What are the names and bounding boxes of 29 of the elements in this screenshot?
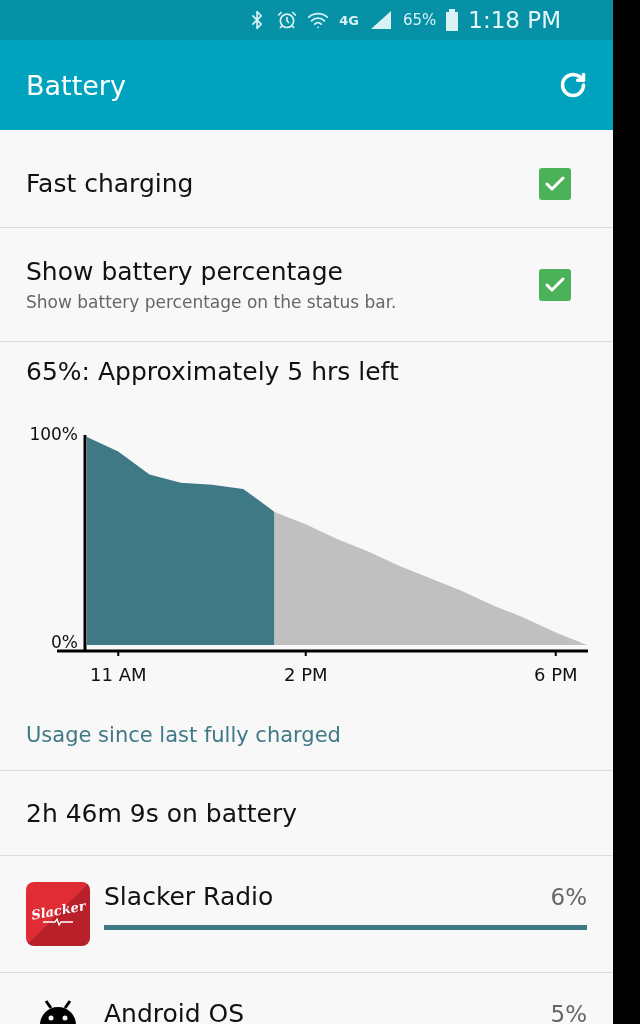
app-icon: Slacker — [26, 882, 90, 946]
setting-title: Fast charging — [26, 169, 194, 198]
alarm-icon — [277, 10, 298, 30]
axis-label: 11 AM — [90, 664, 147, 685]
app-name: Android OS — [104, 999, 245, 1024]
network-type: 4G — [339, 12, 359, 28]
setting-row[interactable]: Show battery percentage Show battery percentage on the status bar. — [0, 228, 613, 342]
setting-row[interactable]: Fast charging — [0, 140, 613, 228]
axis-label: 6 PM — [533, 664, 578, 685]
app-usage-row[interactable]: Slacker Slacker Radio 6% — [0, 856, 613, 973]
app-name: Slacker Radio — [104, 882, 274, 911]
axis-label: 2 PM — [283, 664, 328, 685]
axis-label: 0% — [51, 632, 78, 652]
setting-title: Show battery percentage — [26, 257, 344, 286]
battery-time: 2h 46m 9s on battery — [26, 798, 298, 828]
checkbox[interactable] — [539, 167, 571, 200]
screen-title: Battery — [26, 69, 126, 101]
axis-label: 100% — [29, 424, 78, 444]
battery-icon — [446, 9, 459, 31]
battery-percent: 65% — [402, 11, 437, 29]
app-percent: 5% — [550, 1000, 587, 1024]
checkbox[interactable] — [539, 268, 571, 301]
usage-link[interactable]: Usage since last fully charged — [26, 723, 341, 747]
battery-estimate: 65%: Approximately 5 hrs left — [26, 356, 399, 386]
refresh-icon[interactable] — [559, 71, 587, 99]
app-usage-row[interactable]: Android OS 5% — [0, 973, 613, 1024]
setting-description: Show battery percentage on the status bar. — [26, 292, 397, 312]
clock: 1:18 PM — [468, 7, 561, 33]
app-percent: 6% — [550, 883, 587, 910]
